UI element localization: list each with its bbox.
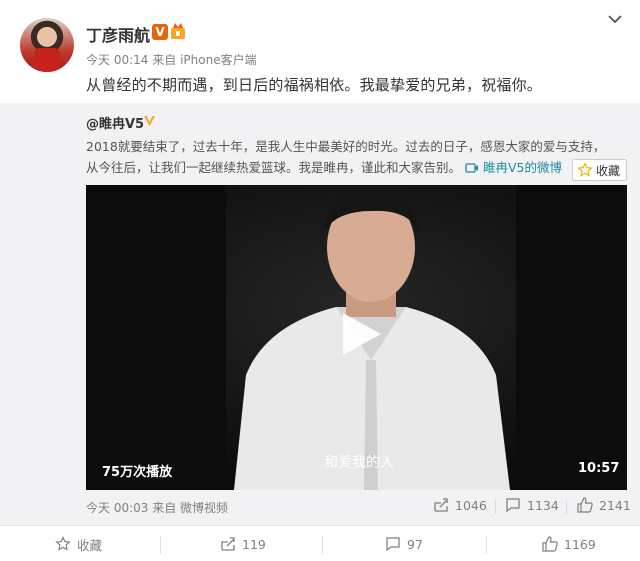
- verified-icon: V: [152, 24, 168, 40]
- post-text: 从曾经的不期而遇，到日后的福祸相依。我最挚爱的兄弟，祝福你。: [86, 76, 543, 94]
- video-subtitle: 和爱我的人: [324, 455, 394, 471]
- repost-button[interactable]: 119: [220, 526, 266, 561]
- star-icon: [577, 162, 593, 177]
- collect-button[interactable]: 收藏: [55, 526, 102, 561]
- divider: [322, 536, 323, 554]
- video-link[interactable]: 睢冉V5的微博: [465, 160, 562, 175]
- post-meta: 今天 00:14 来自 iPhone客户端: [86, 51, 257, 68]
- like-count: 2141: [599, 497, 631, 513]
- video-icon: [465, 163, 478, 173]
- divider: [566, 500, 567, 514]
- post-time[interactable]: 今天 00:14: [86, 53, 148, 67]
- repost-author[interactable]: @睢冉V5: [86, 113, 144, 132]
- thumbs-up-icon: [542, 536, 558, 552]
- repost-text-line: 2018就要结束了，过去十年，是我人生中最美好的时光。过去的日子，感恩大家的爱与…: [86, 139, 606, 154]
- video-link-label[interactable]: 睢冉V5的微博: [483, 160, 562, 175]
- repost-forward-stat[interactable]: 1046: [433, 497, 487, 513]
- play-icon[interactable]: [337, 311, 383, 357]
- like-button[interactable]: 1169: [542, 526, 596, 561]
- repost-text-line: 从今往后，让我们一起继续热爱篮球。我是睢冉，谨此和大家告别。: [86, 160, 462, 175]
- comment-button[interactable]: 97: [385, 526, 423, 561]
- avatar[interactable]: [20, 18, 74, 72]
- video-duration: 10:57: [578, 461, 620, 476]
- share-icon: [434, 498, 448, 512]
- collect-tooltip-label: 收藏: [596, 163, 621, 178]
- member-crown-icon: [171, 23, 185, 39]
- view-count: 75万次播放: [102, 465, 173, 480]
- video-player[interactable]: 75万次播放 和爱我的人 10:57: [86, 185, 627, 490]
- star-icon: [55, 536, 71, 551]
- comment-icon: [506, 498, 520, 513]
- collect-tooltip[interactable]: 收藏: [572, 159, 628, 181]
- repost-meta[interactable]: 今天 00:03 来自 微博视频: [86, 499, 228, 516]
- like-count: 1169: [564, 536, 596, 552]
- comment-icon: [386, 537, 400, 552]
- divider: [160, 536, 161, 554]
- share-icon: [221, 537, 235, 551]
- repost-like-stat[interactable]: 2141: [577, 497, 631, 513]
- action-bar: 收藏 119 97 1169: [0, 525, 640, 561]
- comment-count: 97: [407, 536, 423, 552]
- repost-count: 1046: [455, 497, 487, 513]
- collect-label: 收藏: [77, 537, 103, 553]
- post-header: 丁彦雨航 V 今天 00:14 来自 iPhone客户端 从曾经的不期而遇，到日…: [0, 0, 640, 100]
- repost-count: 119: [242, 536, 266, 552]
- thumbs-up-icon: [577, 497, 593, 513]
- author-name[interactable]: 丁彦雨航: [86, 22, 150, 46]
- chevron-down-icon[interactable]: [608, 14, 622, 24]
- reposted-card: @睢冉V5 2018就要结束了，过去十年，是我人生中最美好的时光。过去的日子，感…: [0, 103, 640, 525]
- post-source[interactable]: iPhone客户端: [180, 53, 257, 67]
- divider: [495, 500, 496, 514]
- verified-icon: [144, 116, 155, 126]
- divider: [486, 536, 487, 554]
- repost-comment-stat[interactable]: 1134: [505, 497, 559, 513]
- post-from-label: 来自: [152, 53, 177, 67]
- comment-count: 1134: [527, 497, 559, 513]
- repost-text: 2018就要结束了，过去十年，是我人生中最美好的时光。过去的日子，感恩大家的爱与…: [86, 136, 634, 178]
